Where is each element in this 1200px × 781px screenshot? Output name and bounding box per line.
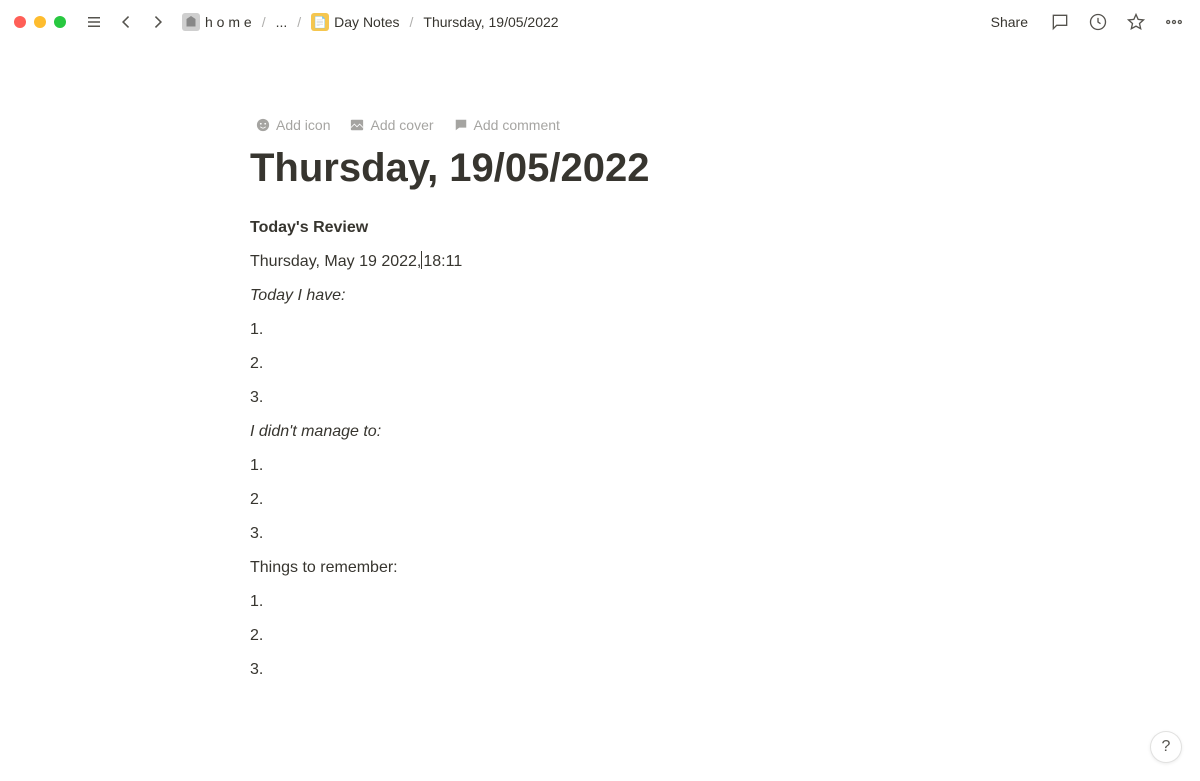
timestamp-date: Thursday, May 19 2022,	[250, 253, 421, 270]
clock-icon	[1088, 12, 1108, 32]
list-item[interactable]: 2.	[250, 350, 950, 378]
favorite-button[interactable]	[1124, 10, 1148, 34]
section-remember-heading[interactable]: Things to remember:	[250, 554, 950, 582]
list-item[interactable]: 1.	[250, 588, 950, 616]
menu-icon	[86, 14, 102, 30]
star-icon	[1126, 12, 1146, 32]
review-heading[interactable]: Today's Review	[250, 214, 950, 242]
dots-icon	[1164, 12, 1184, 32]
list-item[interactable]: 2.	[250, 486, 950, 514]
breadcrumb-current-label: Thursday, 19/05/2022	[423, 14, 558, 30]
breadcrumb-ellipsis-label: ...	[276, 14, 288, 30]
page-content: Add icon Add cover Add comment Thursday,…	[250, 44, 950, 684]
add-cover-label: Add cover	[370, 117, 433, 133]
minimize-window-button[interactable]	[34, 16, 46, 28]
share-button[interactable]: Share	[985, 10, 1034, 34]
comment-icon	[1050, 12, 1070, 32]
breadcrumb-home[interactable]: h o m e	[178, 11, 256, 33]
sidebar-toggle-button[interactable]	[82, 10, 106, 34]
breadcrumb-home-label: h o m e	[205, 14, 252, 30]
help-button[interactable]: ?	[1150, 731, 1182, 763]
add-icon-button[interactable]: Add icon	[252, 114, 334, 136]
back-button[interactable]	[114, 10, 138, 34]
arrow-right-icon	[150, 14, 166, 30]
list-item[interactable]: 3.	[250, 520, 950, 548]
breadcrumb: h o m e / ... / 📄 Day Notes / Thursday, …	[178, 11, 563, 33]
timestamp-line[interactable]: Thursday, May 19 2022,18:11	[250, 248, 950, 276]
breadcrumb-current[interactable]: Thursday, 19/05/2022	[419, 12, 562, 32]
updates-button[interactable]	[1086, 10, 1110, 34]
breadcrumb-folder-label: Day Notes	[334, 14, 399, 30]
list-item[interactable]: 1.	[250, 452, 950, 480]
maximize-window-button[interactable]	[54, 16, 66, 28]
image-icon	[350, 118, 364, 132]
folder-page-icon: 📄	[311, 13, 329, 31]
list-item[interactable]: 1.	[250, 316, 950, 344]
breadcrumb-separator: /	[410, 14, 414, 30]
arrow-left-icon	[118, 14, 134, 30]
list-item[interactable]: 3.	[250, 384, 950, 412]
topbar: h o m e / ... / 📄 Day Notes / Thursday, …	[0, 0, 1200, 44]
breadcrumb-separator: /	[262, 14, 266, 30]
note-body[interactable]: Today's Review Thursday, May 19 2022,18:…	[250, 214, 950, 684]
add-icon-label: Add icon	[276, 117, 330, 133]
comments-button[interactable]	[1048, 10, 1072, 34]
breadcrumb-separator: /	[297, 14, 301, 30]
list-item[interactable]: 2.	[250, 622, 950, 650]
page-title[interactable]: Thursday, 19/05/2022	[250, 144, 950, 192]
add-comment-label: Add comment	[474, 117, 560, 133]
close-window-button[interactable]	[14, 16, 26, 28]
section-today-heading[interactable]: Today I have:	[250, 282, 950, 310]
section-notmanage-heading[interactable]: I didn't manage to:	[250, 418, 950, 446]
comment-small-icon	[454, 118, 468, 132]
timestamp-time: 18:11	[423, 253, 462, 270]
forward-button[interactable]	[146, 10, 170, 34]
add-cover-button[interactable]: Add cover	[346, 114, 437, 136]
add-comment-button[interactable]: Add comment	[450, 114, 564, 136]
home-page-icon	[182, 13, 200, 31]
page-actions: Add icon Add cover Add comment	[252, 114, 950, 136]
more-button[interactable]	[1162, 10, 1186, 34]
breadcrumb-folder[interactable]: 📄 Day Notes	[307, 11, 403, 33]
window-controls	[14, 16, 66, 28]
emoji-icon	[256, 118, 270, 132]
topbar-right: Share	[985, 10, 1186, 34]
list-item[interactable]: 3.	[250, 656, 950, 684]
breadcrumb-ellipsis[interactable]: ...	[272, 12, 292, 32]
